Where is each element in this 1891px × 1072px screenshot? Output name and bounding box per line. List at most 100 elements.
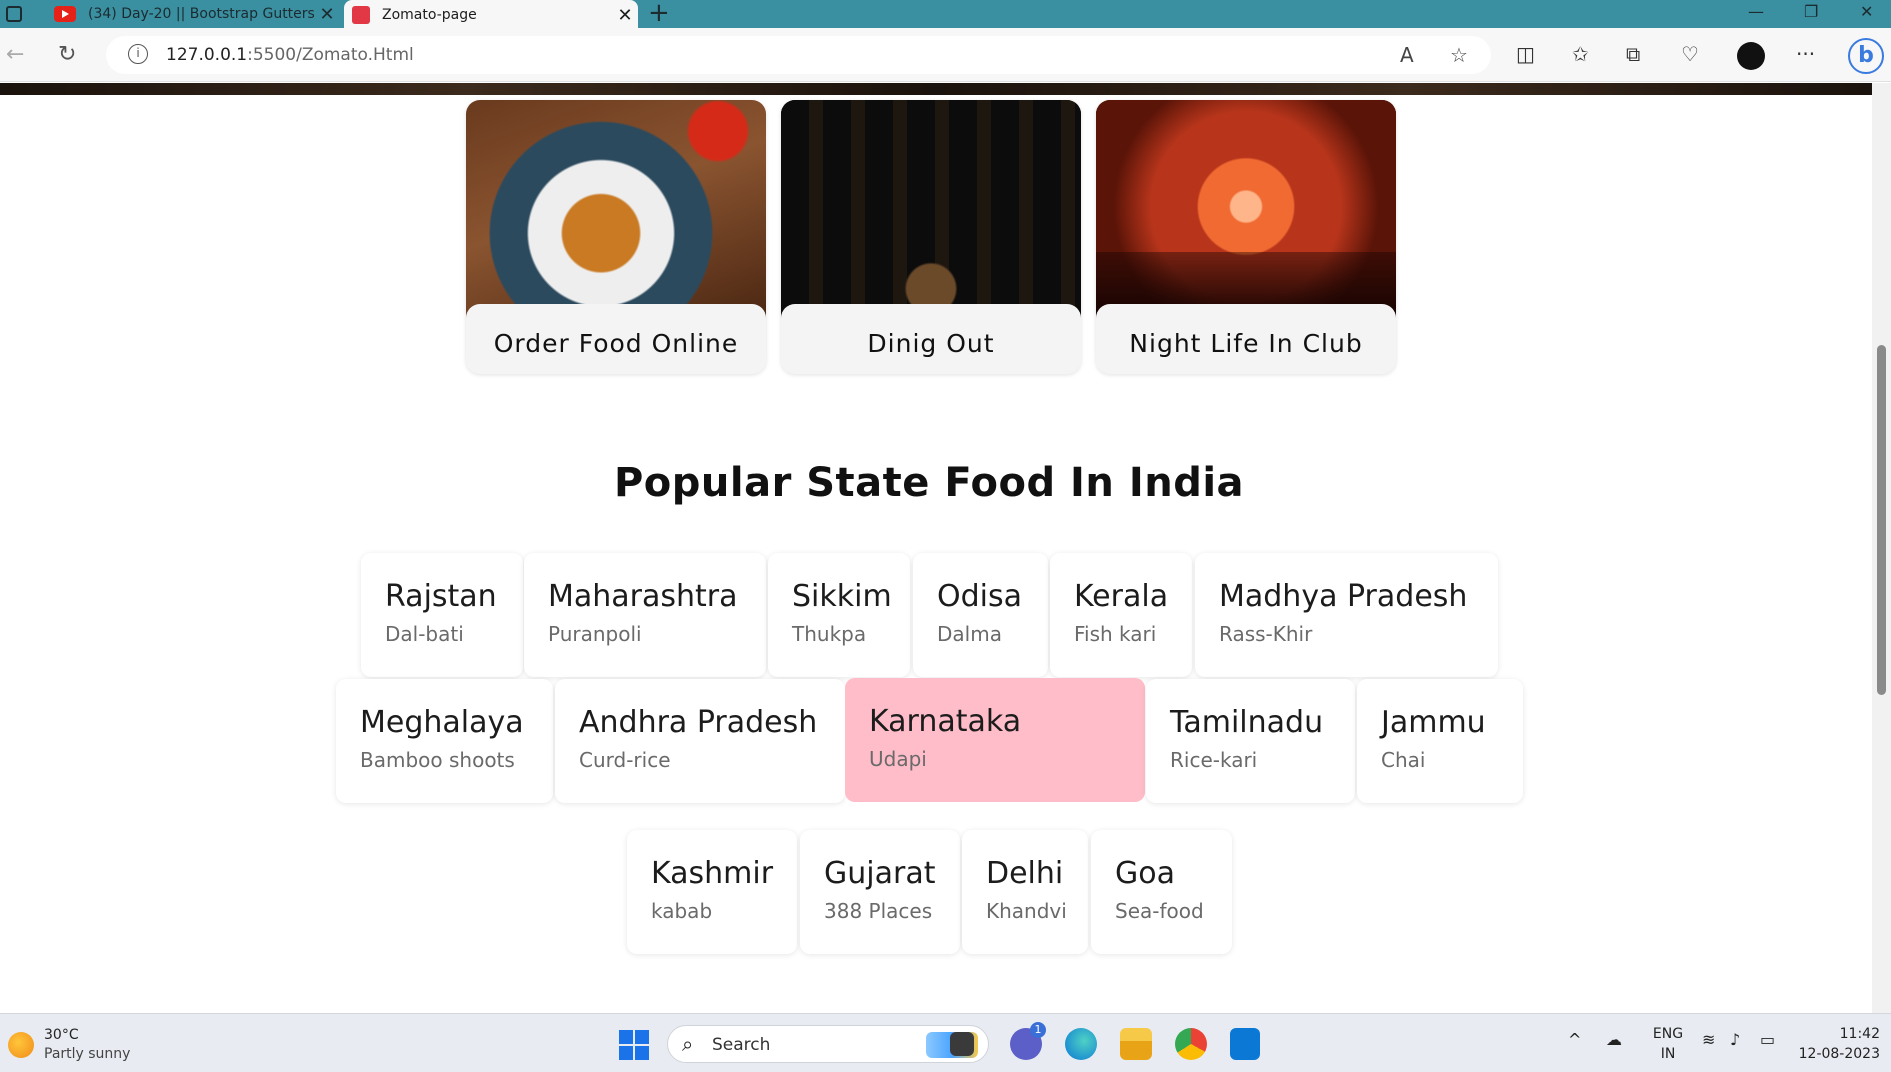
system-clock[interactable]: 11:42 12-08-2023 [1798,1024,1880,1064]
close-tab-icon[interactable]: ✕ [314,4,340,25]
state-food: Dalma [937,622,1002,646]
state-card-goa[interactable]: Goa Sea-food [1091,830,1232,954]
onedrive-icon[interactable]: ☁ [1606,1030,1622,1049]
state-name: Meghalaya [360,705,524,740]
card-dining-out[interactable]: Dinig Out [781,100,1081,374]
new-tab-button[interactable]: + [648,0,670,28]
state-card-kerala[interactable]: Kerala Fish kari [1050,553,1192,677]
temperature: 30°C [44,1027,79,1043]
tab-title: (34) Day-20 || Bootstrap Gutters [88,6,314,22]
favorite-star-icon[interactable]: ☆ [1450,43,1468,67]
card-label: Order Food Online [466,304,766,374]
language-code: ENG [1652,1026,1684,1042]
battery-icon[interactable]: ▭ [1760,1030,1775,1049]
state-food: Dal-bati [385,622,464,646]
tab-zomato[interactable]: Zomato-page ✕ [344,0,638,30]
url-text[interactable]: 127.0.0.1:5500/Zomato.Html [166,45,414,65]
copilot-icon[interactable]: b [1848,38,1884,74]
chat-icon[interactable]: 1 [1010,1022,1046,1060]
back-icon[interactable]: ← [6,42,24,67]
url-bar[interactable]: i 127.0.0.1:5500/Zomato.Html A ☆ [106,36,1491,74]
state-card-maharashtra[interactable]: Maharashtra Puranpoli [524,553,766,677]
state-card-kashmir[interactable]: Kashmir kabab [627,830,797,954]
card-label: Dinig Out [781,304,1081,374]
edge-browser-icon[interactable] [1065,1028,1097,1060]
url-path: :5500/Zomato.Html [247,45,414,65]
club-image [1096,100,1396,322]
state-card-rajstan[interactable]: Rajstan Dal-bati [361,553,523,677]
card-night-life[interactable]: Night Life In Club [1096,100,1396,374]
state-card-madhya-pradesh[interactable]: Madhya Pradesh Rass-Khir [1195,553,1498,677]
clock-time: 11:42 [1839,1026,1880,1042]
state-food: Chai [1381,748,1426,772]
close-tab-icon[interactable]: ✕ [612,5,638,26]
browser-essentials-icon[interactable]: ♡ [1681,42,1699,66]
youtube-icon [54,6,76,22]
state-card-odisa[interactable]: Odisa Dalma [913,553,1048,677]
section-title: Popular State Food In India [613,460,1245,506]
split-screen-icon[interactable]: ◫ [1516,42,1535,66]
tab-youtube[interactable]: (34) Day-20 || Bootstrap Gutters ✕ [40,0,340,28]
tab-actions-icon[interactable] [6,6,22,22]
state-food: Bamboo shoots [360,748,515,772]
state-name: Tamilnadu [1170,705,1324,740]
zomato-icon [352,6,370,24]
state-card-gujarat[interactable]: Gujarat 388 Places [800,830,960,954]
state-card-jammu[interactable]: Jammu Chai [1357,679,1523,803]
state-card-tamilnadu[interactable]: Tamilnadu Rice-kari [1146,679,1355,803]
collections-icon[interactable]: ⧉ [1626,42,1640,66]
page-scrollbar[interactable] [1872,83,1891,1013]
state-food: Sea-food [1115,899,1204,923]
close-window-icon[interactable]: ✕ [1860,2,1873,21]
state-name: Delhi [986,856,1064,891]
clock-date: 12-08-2023 [1798,1046,1880,1062]
scrollbar-thumb[interactable] [1877,345,1886,695]
show-hidden-icons[interactable]: ^ [1568,1030,1581,1049]
chat-badge: 1 [1030,1022,1046,1038]
wifi-icon[interactable]: ≋ [1702,1030,1715,1049]
state-name: Gujarat [824,856,936,891]
partly-sunny-icon [8,1032,34,1058]
minimize-icon[interactable]: — [1748,2,1764,21]
region-code: IN [1660,1046,1676,1062]
page-viewport: Order Food Online Dinig Out Night Life I… [0,83,1872,1013]
language-indicator[interactable]: ENG IN [1648,1024,1688,1064]
read-aloud-icon[interactable]: A [1400,43,1414,67]
state-card-meghalaya[interactable]: Meghalaya Bamboo shoots [336,679,553,803]
state-name: Goa [1115,856,1175,891]
chrome-icon[interactable] [1175,1028,1207,1060]
restaurant-image [781,100,1081,322]
refresh-icon[interactable]: ↻ [58,42,76,67]
volume-icon[interactable]: ♪ [1730,1030,1740,1049]
restore-icon[interactable]: ❐ [1804,2,1818,21]
state-card-karnataka[interactable]: Karnataka Udapi [845,678,1145,802]
state-food: Rice-kari [1170,748,1258,772]
more-menu-icon[interactable]: ··· [1796,42,1815,66]
state-card-andhra-pradesh[interactable]: Andhra Pradesh Curd-rice [555,679,845,803]
taskbar-search[interactable]: ⌕ Search [667,1025,989,1063]
state-name: Rajstan [385,579,497,614]
state-name: Kashmir [651,856,774,891]
profile-avatar[interactable] [1737,42,1765,70]
card-order-food-online[interactable]: Order Food Online [466,100,766,374]
favorites-icon[interactable]: ✩ [1572,42,1589,66]
search-icon: ⌕ [682,1032,694,1056]
state-name: Kerala [1074,579,1169,614]
state-food: Udapi [869,747,927,771]
state-name: Karnataka [869,704,1022,739]
state-food: Khandvi [986,899,1067,923]
search-placeholder: Search [712,1035,771,1055]
state-name: Sikkim [792,579,892,614]
state-card-delhi[interactable]: Delhi Khandvi [962,830,1088,954]
start-icon[interactable] [619,1030,649,1060]
task-view-icon[interactable] [950,1032,974,1056]
weather-widget[interactable]: 30°C Partly sunny [8,1026,130,1064]
file-explorer-icon[interactable] [1120,1028,1152,1060]
state-food: Curd-rice [579,748,671,772]
state-food: Rass-Khir [1219,622,1313,646]
state-card-sikkim[interactable]: Sikkim Thukpa [768,553,910,677]
state-name: Jammu [1381,705,1486,740]
windows-taskbar: 30°C Partly sunny ⌕ Search 1 ^ ☁ ENG IN … [0,1013,1891,1072]
site-info-icon[interactable]: i [128,44,148,64]
vscode-icon[interactable] [1230,1028,1260,1060]
